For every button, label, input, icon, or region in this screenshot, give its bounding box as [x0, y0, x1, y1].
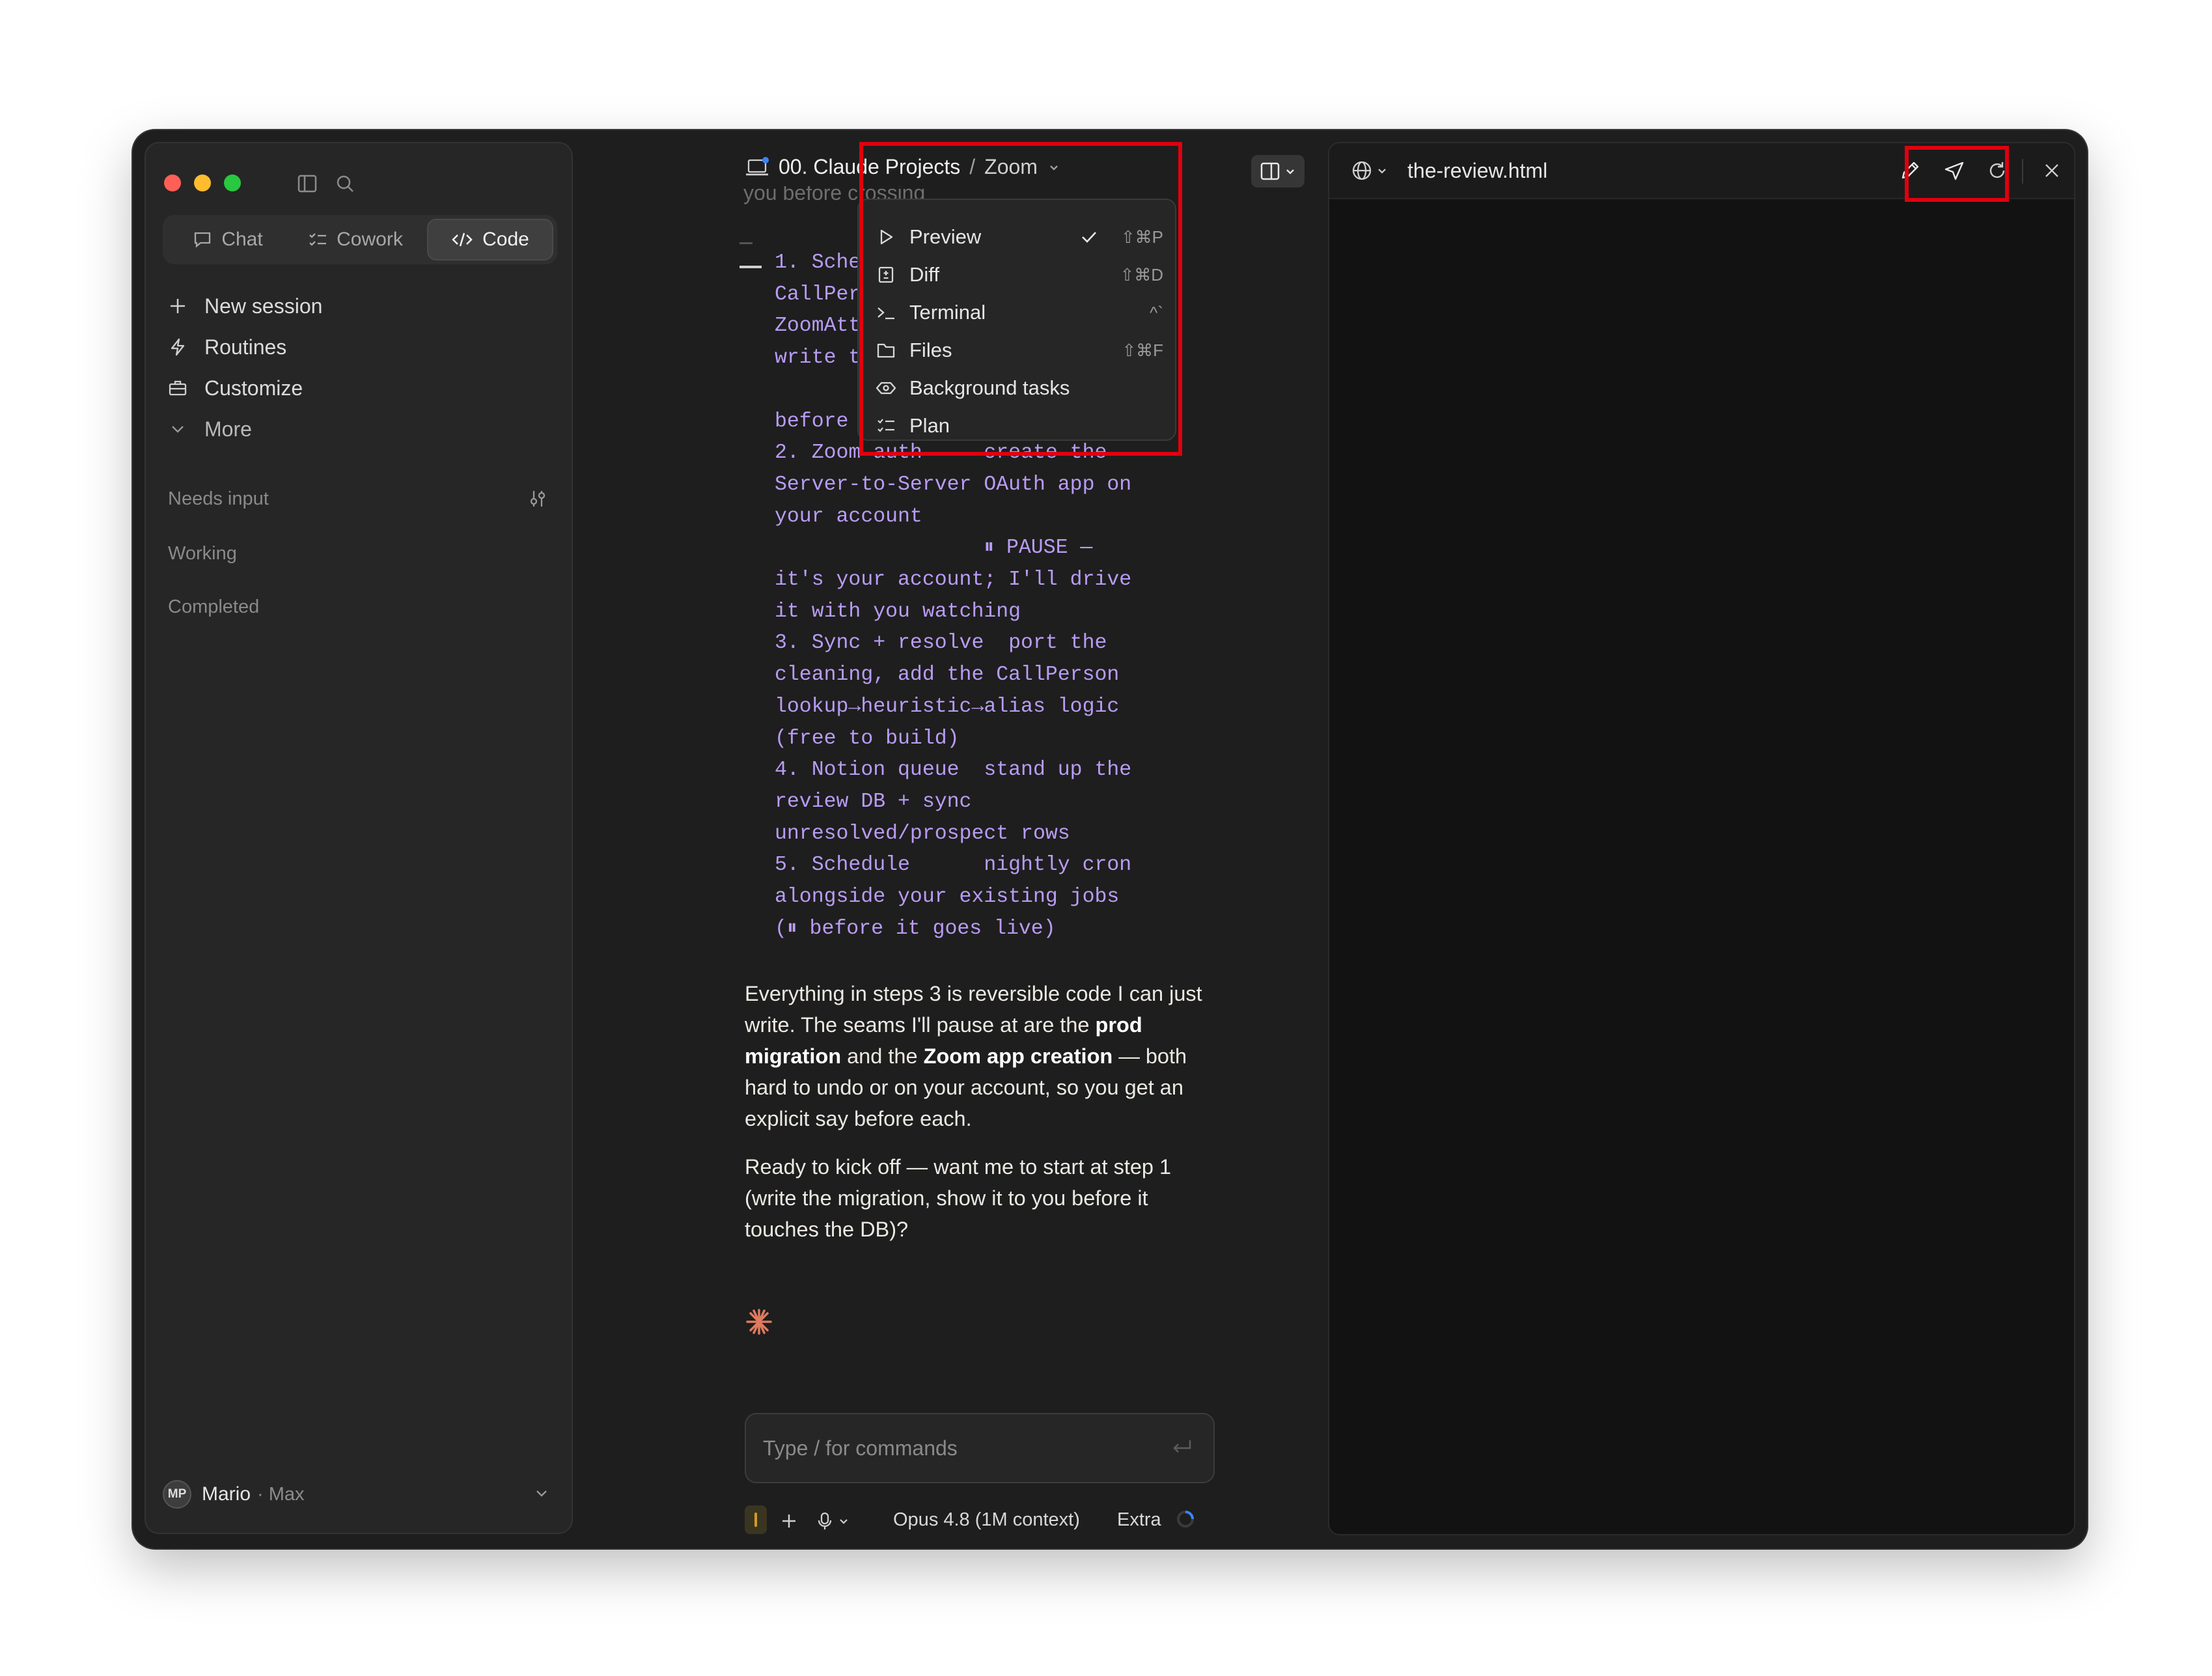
- maximize-window-button[interactable]: [224, 175, 241, 191]
- collapse-marker[interactable]: [740, 266, 762, 268]
- working-heading: Working: [168, 543, 237, 564]
- preview-content: [1329, 201, 2074, 1534]
- para1-text-2: and the: [841, 1044, 924, 1068]
- completed-heading: Completed: [168, 596, 260, 617]
- mode-cowork-label: Cowork: [337, 229, 403, 250]
- search-icon[interactable]: [332, 171, 358, 197]
- code-line: unresolved/prospect rows: [775, 822, 1070, 845]
- routines-label: Routines: [204, 335, 287, 359]
- mode-code-label: Code: [482, 229, 529, 250]
- plus-icon: [782, 1515, 795, 1528]
- code-line: (free to build): [775, 727, 960, 750]
- new-session-button[interactable]: New session: [168, 290, 322, 322]
- user-plan: · Max: [257, 1483, 305, 1505]
- toolbar-divider: [2022, 159, 2023, 184]
- code-line: review DB + sync: [775, 790, 972, 813]
- checklist-icon: [308, 230, 327, 249]
- effort-selector[interactable]: Extra: [1117, 1509, 1161, 1531]
- laptop-icon: [745, 156, 769, 178]
- code-line: your account: [775, 505, 922, 528]
- sidebar: Chat Cowork Code New session Routines Cu…: [145, 142, 573, 1534]
- app-window: Chat Cowork Code New session Routines Cu…: [133, 130, 2087, 1548]
- close-window-button[interactable]: [164, 175, 181, 191]
- prompt-placeholder: Type / for commands: [763, 1436, 958, 1460]
- mode-cowork-button[interactable]: Cowork: [290, 219, 421, 260]
- para1-bold-2: Zoom app creation: [923, 1044, 1113, 1068]
- thinking-spinner-icon: [745, 1307, 773, 1336]
- code-line: 5. Schedule nightly cron: [775, 854, 1132, 877]
- tree-marker: [740, 242, 753, 244]
- code-line: lookup→heuristic→alias logic: [775, 695, 1120, 718]
- code-line: 4. Notion queue stand up the: [775, 759, 1132, 782]
- permission-indicator: [754, 1513, 757, 1527]
- user-menu[interactable]: MP Mario · Max: [163, 1472, 557, 1517]
- panel-layout-icon: [1260, 161, 1280, 181]
- globe-menu-button[interactable]: [1348, 156, 1390, 185]
- more-button[interactable]: More: [168, 413, 252, 445]
- close-icon: [2045, 164, 2058, 177]
- highlight-box-view-menu: [859, 142, 1182, 456]
- globe-icon: [1352, 161, 1372, 180]
- filter-icon[interactable]: [525, 486, 551, 512]
- microphone-button[interactable]: [812, 1508, 854, 1534]
- code-line: (⏸ before it goes live): [775, 917, 1056, 940]
- sidebar-toggle-icon[interactable]: [294, 171, 320, 197]
- briefcase-icon: [168, 378, 187, 398]
- mode-chat-button[interactable]: Chat: [169, 219, 286, 260]
- code-line: it with you watching: [775, 600, 1021, 623]
- code-line: it's your account; I'll drive: [775, 568, 1132, 591]
- chevron-down-icon: [1284, 165, 1296, 177]
- user-name: Mario: [202, 1483, 251, 1505]
- preview-filename: the-review.html: [1407, 159, 1548, 182]
- enter-icon[interactable]: [1170, 1436, 1194, 1459]
- code-line: alongside your existing jobs: [775, 886, 1120, 908]
- prompt-input[interactable]: Type / for commands: [745, 1413, 1215, 1483]
- code-line: Server-to-Server OAuth app on: [775, 473, 1132, 496]
- code-icon: [451, 230, 473, 249]
- close-preview-button[interactable]: [2038, 156, 2066, 185]
- minimize-window-button[interactable]: [194, 175, 211, 191]
- message-paragraph-1: Everything in steps 3 is reversible code…: [745, 978, 1220, 1134]
- preview-pane: the-review.html: [1328, 142, 2075, 1535]
- avatar: MP: [163, 1480, 191, 1509]
- code-line: 3. Sync + resolve port the: [775, 632, 1107, 655]
- microphone-icon: [818, 1512, 832, 1529]
- more-label: More: [204, 417, 252, 441]
- mode-switcher: Chat Cowork Code: [163, 215, 557, 264]
- chevron-down-icon: [532, 1485, 551, 1503]
- message-paragraph-2: Ready to kick off — want me to start at …: [745, 1155, 1172, 1241]
- chevron-down-icon: [840, 1519, 848, 1524]
- customize-label: Customize: [204, 376, 303, 400]
- code-line: cleaning, add the CallPerson: [775, 663, 1120, 687]
- new-session-label: New session: [204, 294, 323, 318]
- view-toggle-button[interactable]: [1251, 155, 1305, 188]
- needs-input-heading: Needs input: [168, 488, 269, 509]
- routines-button[interactable]: Routines: [168, 331, 286, 363]
- chevron-down-icon: [168, 419, 187, 439]
- highlight-box-preview-tools: [1905, 146, 2009, 202]
- plus-icon: [168, 296, 187, 316]
- code-line: ⏸ PAUSE —: [775, 537, 1093, 560]
- context-usage-icon[interactable]: [1176, 1509, 1195, 1529]
- mode-code-button[interactable]: Code: [427, 219, 553, 260]
- mode-chat-label: Chat: [221, 229, 263, 250]
- model-selector[interactable]: Opus 4.8 (1M context): [893, 1509, 1080, 1531]
- customize-button[interactable]: Customize: [168, 372, 303, 404]
- lightning-icon: [168, 337, 187, 357]
- chat-bubble-icon: [193, 230, 212, 249]
- chevron-down-icon: [1378, 169, 1386, 174]
- add-attachment-button[interactable]: [776, 1508, 802, 1534]
- permission-mode-button[interactable]: [745, 1505, 767, 1534]
